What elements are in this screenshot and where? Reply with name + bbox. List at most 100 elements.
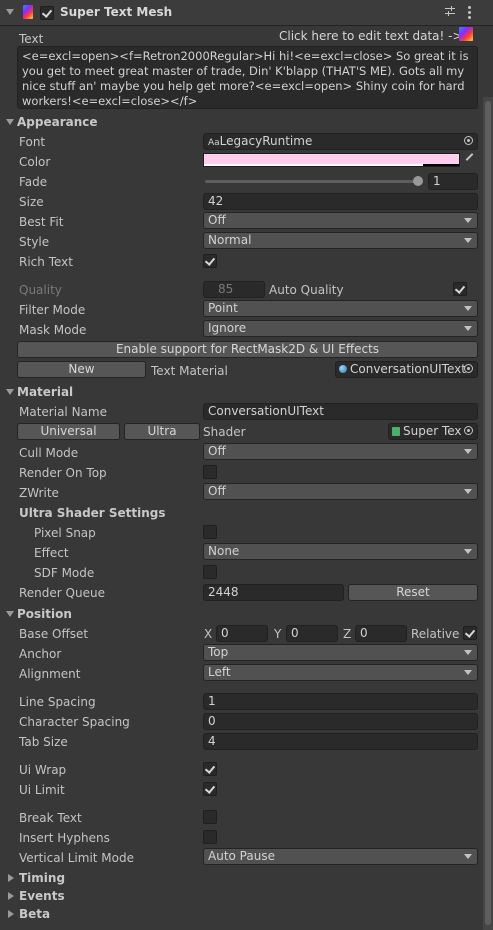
object-picker-icon[interactable] (464, 364, 473, 373)
new-material-button[interactable]: New (17, 361, 146, 378)
break-text-checkbox[interactable] (203, 810, 217, 824)
ui-limit-label: Ui Limit (19, 783, 65, 797)
y-field[interactable]: 0 (286, 625, 338, 642)
chevron-down-icon (464, 670, 472, 675)
tab-size-label: Tab Size (19, 735, 68, 749)
edit-text-icon[interactable] (459, 27, 473, 41)
render-queue-field[interactable]: 2448 (203, 584, 344, 601)
component-enabled-checkbox[interactable] (40, 6, 54, 20)
quality-field: 85 (203, 281, 265, 298)
cull-mode-label: Cull Mode (19, 446, 79, 460)
sdf-mode-checkbox[interactable] (203, 565, 217, 579)
size-label: Size (19, 195, 44, 209)
component-header: Super Text Mesh (0, 0, 493, 26)
mask-mode-value: Ignore (208, 321, 247, 335)
pixel-snap-label: Pixel Snap (34, 526, 96, 540)
beta-heading[interactable]: Beta (19, 907, 50, 921)
chevron-down-icon (464, 650, 472, 655)
component-title: Super Text Mesh (60, 5, 173, 19)
position-foldout-icon[interactable] (6, 611, 14, 617)
character-spacing-field[interactable]: 0 (203, 713, 478, 730)
auto-quality-checkbox[interactable] (453, 282, 467, 296)
scrollbar-thumb[interactable] (485, 101, 491, 925)
eyedropper-icon[interactable] (465, 153, 474, 161)
x-field[interactable]: 0 (216, 625, 268, 642)
text-label: Text (19, 32, 44, 46)
beta-foldout-icon[interactable] (8, 910, 14, 918)
material-heading[interactable]: Material (17, 385, 73, 399)
z-field[interactable]: 0 (355, 625, 407, 642)
presets-icon[interactable] (445, 6, 455, 16)
insert-hyphens-checkbox[interactable] (203, 830, 217, 844)
size-field[interactable]: 42 (203, 193, 478, 210)
pixel-snap-checkbox[interactable] (203, 525, 217, 539)
fade-slider-track[interactable] (205, 180, 420, 183)
chevron-down-icon (464, 218, 472, 223)
appearance-heading[interactable]: Appearance (17, 115, 98, 129)
shader-label: Shader (203, 425, 246, 439)
best-fit-value: Off (208, 213, 226, 227)
sdf-mode-label: SDF Mode (34, 566, 95, 580)
anchor-value: Top (208, 645, 229, 659)
line-spacing-label: Line Spacing (19, 695, 96, 709)
timing-heading[interactable]: Timing (19, 871, 65, 885)
filter-mode-dropdown[interactable]: Point (203, 300, 478, 317)
anchor-dropdown[interactable]: Top (203, 644, 478, 661)
mask-mode-dropdown[interactable]: Ignore (203, 320, 478, 337)
rich-text-checkbox[interactable] (203, 254, 217, 268)
color-swatch[interactable] (203, 153, 460, 167)
material-name-field[interactable]: ConversationUIText (203, 403, 478, 420)
edit-text-data-link[interactable]: Click here to edit text data! -> (279, 29, 463, 43)
quality-label: Quality (19, 283, 62, 297)
ui-wrap-checkbox[interactable] (203, 762, 217, 776)
style-label: Style (19, 235, 50, 249)
render-on-top-label: Render On Top (19, 466, 107, 480)
timing-foldout-icon[interactable] (8, 874, 14, 882)
more-options-icon[interactable] (468, 5, 471, 19)
zwrite-label: ZWrite (19, 486, 59, 500)
shader-field[interactable]: Super Tex (388, 423, 478, 440)
position-heading[interactable]: Position (17, 607, 72, 621)
object-picker-icon[interactable] (464, 136, 473, 145)
render-on-top-checkbox[interactable] (203, 465, 217, 479)
appearance-foldout-icon[interactable] (6, 119, 14, 125)
events-heading[interactable]: Events (19, 889, 65, 903)
character-spacing-label: Character Spacing (19, 715, 130, 729)
text-input-area[interactable]: <e=excl=open><f=Retron2000Regular>Hi hi!… (17, 46, 478, 109)
inspector-scrollbar[interactable] (483, 97, 493, 930)
rich-text-label: Rich Text (19, 255, 73, 269)
events-foldout-icon[interactable] (8, 892, 14, 900)
filter-mode-label: Filter Mode (19, 303, 86, 317)
cull-mode-dropdown[interactable]: Off (203, 443, 478, 460)
style-value: Normal (208, 233, 252, 247)
insert-hyphens-label: Insert Hyphens (19, 831, 110, 845)
chevron-down-icon (464, 306, 472, 311)
style-dropdown[interactable]: Normal (203, 232, 478, 249)
zwrite-dropdown[interactable]: Off (203, 483, 478, 500)
font-field[interactable]: AaLegacyRuntime (203, 133, 478, 150)
script-icon (23, 5, 33, 19)
ui-limit-checkbox[interactable] (203, 782, 217, 796)
text-material-value: ConversationUIText (350, 362, 466, 376)
universal-button[interactable]: Universal (17, 423, 120, 440)
object-picker-icon[interactable] (464, 426, 473, 435)
best-fit-dropdown[interactable]: Off (203, 212, 478, 229)
effect-value: None (208, 544, 240, 558)
fade-slider-thumb[interactable] (413, 176, 423, 186)
tab-size-field[interactable]: 4 (203, 733, 478, 750)
effect-dropdown[interactable]: None (203, 543, 478, 560)
text-material-field[interactable]: ConversationUIText (335, 361, 478, 378)
relative-checkbox[interactable] (463, 626, 477, 640)
ultra-button[interactable]: Ultra (124, 423, 200, 440)
enable-rectmask-button[interactable]: Enable support for RectMask2D & UI Effec… (17, 341, 478, 358)
line-spacing-field[interactable]: 1 (203, 693, 478, 710)
fade-value-field[interactable]: 1 (428, 173, 478, 190)
render-queue-label: Render Queue (19, 586, 105, 600)
vertical-limit-mode-dropdown[interactable]: Auto Pause (203, 848, 478, 865)
alignment-dropdown[interactable]: Left (203, 664, 478, 681)
chevron-down-icon (464, 549, 472, 554)
reset-button[interactable]: Reset (348, 584, 478, 601)
mask-mode-label: Mask Mode (19, 323, 87, 337)
material-foldout-icon[interactable] (6, 389, 14, 395)
collapse-arrow-icon[interactable] (6, 9, 14, 15)
